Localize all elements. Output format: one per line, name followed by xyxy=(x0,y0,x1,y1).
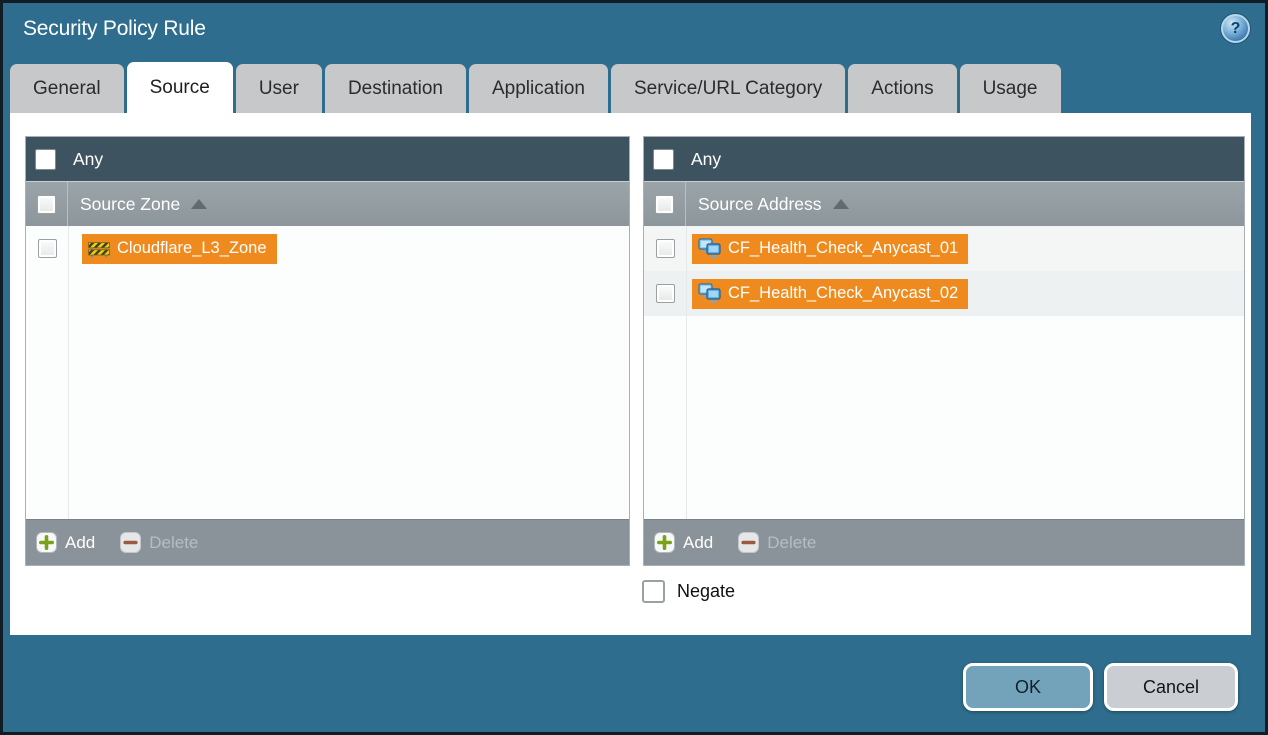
add-button-label: Add xyxy=(683,533,713,553)
source-address-chip[interactable]: CF_Health_Check_Anycast_01 xyxy=(692,234,968,264)
source-zone-column-title: Source Zone xyxy=(80,194,180,215)
source-address-delete-button[interactable]: Delete xyxy=(738,532,816,553)
source-address-column-header[interactable]: Source Address xyxy=(644,181,1244,226)
delete-button-label: Delete xyxy=(149,533,198,553)
add-plus-icon xyxy=(654,532,675,553)
source-zone-chip[interactable]: Cloudflare_L3_Zone xyxy=(82,234,277,264)
negate-row: Negate xyxy=(642,580,735,603)
delete-minus-icon xyxy=(120,532,141,553)
add-button-label: Add xyxy=(65,533,95,553)
source-address-column-title: Source Address xyxy=(698,194,822,215)
tab-destination[interactable]: Destination xyxy=(325,64,466,113)
source-zone-column-header[interactable]: Source Zone xyxy=(26,181,629,226)
source-zone-add-button[interactable]: Add xyxy=(36,532,95,553)
delete-minus-icon xyxy=(738,532,759,553)
tab-user[interactable]: User xyxy=(236,64,322,113)
dialog-title: Security Policy Rule xyxy=(23,17,206,41)
tab-service-url-category[interactable]: Service/URL Category xyxy=(611,64,845,113)
source-address-panel: Any Source Address xyxy=(643,136,1245,566)
source-zone-row[interactable]: Cloudflare_L3_Zone xyxy=(26,226,629,271)
source-address-any-bar: Any xyxy=(644,137,1244,181)
source-zone-panel: Any Source Zone xyxy=(25,136,630,566)
tab-usage[interactable]: Usage xyxy=(960,64,1061,113)
delete-button-label: Delete xyxy=(767,533,816,553)
ok-button[interactable]: OK xyxy=(963,663,1093,711)
add-plus-icon xyxy=(36,532,57,553)
source-address-row[interactable]: CF_Health_Check_Anycast_01 xyxy=(644,226,1244,271)
tab-bar: General Source User Destination Applicat… xyxy=(10,64,1265,113)
zone-icon xyxy=(88,239,110,258)
source-address-name: CF_Health_Check_Anycast_02 xyxy=(728,284,958,303)
tab-source[interactable]: Source xyxy=(127,62,233,113)
titlebar: Security Policy Rule ? xyxy=(3,3,1265,63)
source-address-row[interactable]: CF_Health_Check_Anycast_02 xyxy=(644,271,1244,316)
source-address-any-checkbox[interactable] xyxy=(653,149,674,170)
tab-actions[interactable]: Actions xyxy=(848,64,956,113)
source-address-name: CF_Health_Check_Anycast_01 xyxy=(728,239,958,258)
source-address-any-label: Any xyxy=(691,149,721,170)
source-address-chip[interactable]: CF_Health_Check_Anycast_02 xyxy=(692,279,968,309)
question-mark-glyph: ? xyxy=(1231,20,1241,38)
source-zone-row-checkbox[interactable] xyxy=(38,239,57,258)
source-zone-delete-button[interactable]: Delete xyxy=(120,532,198,553)
source-address-footer: Add Delete xyxy=(644,519,1244,565)
source-address-add-button[interactable]: Add xyxy=(654,532,713,553)
source-zone-select-all-checkbox[interactable] xyxy=(37,195,56,214)
tab-general[interactable]: General xyxy=(10,64,124,113)
sort-ascending-icon xyxy=(191,199,207,209)
source-address-list: CF_Health_Check_Anycast_01 xyxy=(644,226,1244,519)
source-address-select-all-checkbox[interactable] xyxy=(655,195,674,214)
source-address-row-checkbox[interactable] xyxy=(656,284,675,303)
source-address-row-checkbox[interactable] xyxy=(656,239,675,258)
source-zone-name: Cloudflare_L3_Zone xyxy=(117,239,267,258)
negate-label: Negate xyxy=(677,581,735,602)
address-icon xyxy=(698,238,721,259)
security-policy-rule-dialog: Security Policy Rule ? General Source Us… xyxy=(0,0,1268,735)
source-tab-content: Any Source Zone xyxy=(10,113,1251,635)
tab-application[interactable]: Application xyxy=(469,64,608,113)
negate-checkbox[interactable] xyxy=(642,580,665,603)
source-zone-list: Cloudflare_L3_Zone xyxy=(26,226,629,519)
source-zone-footer: Add Delete xyxy=(26,519,629,565)
address-icon xyxy=(698,283,721,304)
source-zone-any-checkbox[interactable] xyxy=(35,149,56,170)
sort-ascending-icon xyxy=(833,199,849,209)
help-icon[interactable]: ? xyxy=(1221,14,1250,43)
cancel-button[interactable]: Cancel xyxy=(1104,663,1238,711)
source-zone-any-label: Any xyxy=(73,149,103,170)
source-zone-any-bar: Any xyxy=(26,137,629,181)
